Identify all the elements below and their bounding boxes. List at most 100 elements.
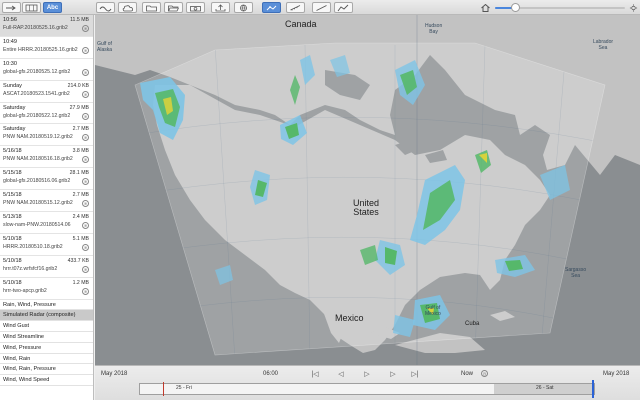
file-name: global-gfs.20180516.06.grib2 [3, 178, 71, 185]
grib-text-button[interactable]: Abc [43, 2, 62, 13]
label-canada: Canada [285, 19, 317, 29]
layer-item[interactable]: Simulated Radar (composite) [0, 310, 93, 322]
file-name: Entire HRRR.20180525.16.grib2 [3, 46, 78, 53]
timeline: May 2018 06:00 |◁ ◁ ▷ ▷ ▷| Now ◷ May 201… [95, 365, 640, 400]
grib-file-item[interactable]: 5/10/18 433.7 KB hrrr.t07z.wrfsfcf16.grib2… [0, 256, 93, 278]
sidebar: 10:56 11.5 MB Full-RAP.20180525.16.grib2 ≋ 1… [0, 15, 94, 400]
camera-icon [190, 5, 201, 11]
label-gulf-of-alaska: Gulf of Alaska [97, 41, 113, 53]
file-name: hrrr.t07z.wrfsfcf16.grib2 [3, 265, 58, 272]
timeline-track[interactable]: 25 - Fri 26 - Sat [139, 380, 595, 398]
folder-open-button[interactable] [164, 2, 183, 13]
file-info-icon[interactable]: ≋ [82, 68, 89, 76]
label-hudson-bay: Hudson Bay [425, 23, 443, 35]
layer-item[interactable]: Rain, Wind, Pressure [0, 300, 93, 311]
file-size: 2.7 MB [72, 192, 89, 199]
file-info-icon[interactable]: ≋ [82, 25, 89, 32]
grib-file-item[interactable]: 5/10/18 1.2 MB hrrr-two-apcp.grib2 ≋ [0, 278, 93, 300]
file-size: 3.8 MB [72, 148, 89, 155]
folder-button[interactable] [142, 2, 161, 13]
grib-file-list: 10:56 11.5 MB Full-RAP.20180525.16.grib2 ≋ 1… [0, 15, 93, 300]
layer-item[interactable]: Wind Gust [0, 321, 93, 332]
grid-overlay-button[interactable] [22, 2, 41, 13]
grib-file-item[interactable]: Saturday 27.9 MB global-gfs.20180522.12.gr… [0, 103, 93, 125]
file-size: 5.1 MB [72, 235, 89, 242]
grib-file-item[interactable]: 5/13/18 2.4 MB slow-nam-PNW.20180514.06 ≋ [0, 212, 93, 234]
grib-file-item[interactable]: 10:56 11.5 MB Full-RAP.20180525.16.grib2 ≋ [0, 15, 93, 37]
grib-file-item[interactable]: Saturday 2.7 MB PNW NAM.20180519.12.grib2 ≋ [0, 124, 93, 147]
file-name: HRRR.20180510.18.grib2 [3, 243, 63, 250]
grib-file-item[interactable]: 5/15/18 28.1 MB global-gfs.20180516.06.gri… [0, 168, 93, 191]
route-marker-button[interactable] [262, 2, 281, 13]
route-marker-icon [266, 5, 277, 10]
label-mexico: Mexico [335, 313, 364, 323]
skip-to-start-button[interactable]: |◁ [309, 370, 321, 378]
file-size: 433.7 KB [67, 257, 89, 264]
file-name: slow-nam-PNW.20180514.06 [3, 222, 71, 229]
timeline-month-right: May 2018 [603, 371, 630, 377]
file-info-icon[interactable]: ≋ [82, 265, 89, 273]
timeline-end-marker[interactable] [592, 380, 594, 398]
globe-button[interactable] [234, 2, 253, 13]
grid-overlay-icon [25, 4, 38, 11]
grib-file-item[interactable]: 10:30 global-gfs.20180525.12.grib2 ≋ [0, 59, 93, 81]
grib-file-item[interactable]: 5/10/18 5.1 MB HRRR.20180510.18.grib2 ≋ [0, 234, 93, 256]
graph-icon [337, 4, 349, 11]
file-name: PNW NAM.20180519.12.grib2 [3, 134, 73, 141]
wind-arrows-icon [6, 5, 16, 10]
folder-icon [146, 5, 157, 11]
timeline-current-marker[interactable] [162, 382, 164, 396]
file-info-icon[interactable]: ≋ [82, 287, 89, 295]
sun-icon[interactable] [628, 2, 639, 13]
timeline-month-left: May 2018 [101, 371, 128, 377]
label-united-states: United States [353, 198, 380, 217]
line-tool-button[interactable] [312, 2, 331, 13]
clock-icon[interactable]: ◷ [481, 370, 488, 377]
grib-file-item[interactable]: 5/15/18 2.7 MB PNW NAM.20180515.12.grib2 ≋ [0, 190, 93, 213]
ruler-button[interactable] [286, 2, 305, 13]
wind-arrows-button[interactable] [2, 2, 21, 13]
export-button[interactable] [211, 2, 230, 13]
layer-item[interactable]: Wind, Pressure [0, 343, 93, 354]
grib-file-item[interactable]: 5/16/18 3.8 MB PNW NAM.20180516.18.grib2 ≋ [0, 146, 93, 169]
grib-file-item[interactable]: 10:49 Entire HRRR.20180525.16.grib2 ≋ [0, 37, 93, 59]
file-name: PNW NAM.20180515.12.grib2 [3, 200, 73, 207]
cloud-button[interactable] [118, 2, 137, 13]
label-cuba: Cuba [465, 321, 480, 327]
layer-item[interactable]: Wind Streamline [0, 332, 93, 343]
layer-item[interactable]: Wind, Rain, Pressure [0, 364, 93, 376]
camera-button[interactable] [186, 2, 205, 13]
file-info-icon[interactable]: ≋ [82, 90, 89, 98]
file-name: global-gfs.20180522.12.grib2 [3, 112, 71, 119]
file-size: 1.2 MB [72, 279, 89, 286]
graph-button[interactable] [334, 2, 353, 13]
file-info-icon[interactable]: ≋ [82, 112, 89, 120]
step-back-button[interactable]: ◁ [335, 370, 347, 378]
home-icon[interactable] [480, 2, 491, 13]
map-view[interactable]: Canada United States Mexico Cuba Hudson … [95, 15, 640, 365]
now-button[interactable]: Now [461, 371, 473, 377]
timeline-current-time: 06:00 [263, 371, 279, 377]
timeline-day-sat: 26 - Sat [536, 385, 554, 391]
export-icon [215, 3, 226, 11]
timeline-day-fri: 25 - Fri [176, 385, 192, 391]
file-info-icon[interactable]: ≋ [82, 243, 89, 251]
skip-to-end-button[interactable]: ▷| [409, 370, 421, 378]
layer-item[interactable]: Wind, Wind Speed [0, 375, 93, 386]
file-size: 27.9 MB [69, 104, 89, 111]
file-info-icon[interactable]: ≋ [82, 222, 89, 230]
opacity-slider-knob[interactable] [510, 3, 520, 12]
grib-text-icon: Abc [46, 4, 59, 11]
grib-file-item[interactable]: Sunday 214.0 KB ASCAT.20180523.1541.grib2 ≋ [0, 81, 93, 103]
toolbar: Abc [0, 0, 640, 15]
play-button[interactable]: ▷ [361, 370, 373, 378]
label-sargasso-sea: Sargasso Sea [565, 267, 587, 279]
file-size: 214.0 KB [67, 82, 89, 89]
file-info-icon[interactable]: ≋ [82, 46, 89, 54]
wave-button[interactable] [96, 2, 115, 13]
layer-item[interactable]: Wind, Rain [0, 354, 93, 365]
step-forward-button[interactable]: ▷ [387, 370, 399, 378]
cloud-icon [122, 4, 133, 11]
layer-list: Rain, Wind, Pressure Simulated Radar (com… [0, 300, 93, 386]
opacity-slider[interactable] [495, 3, 625, 12]
